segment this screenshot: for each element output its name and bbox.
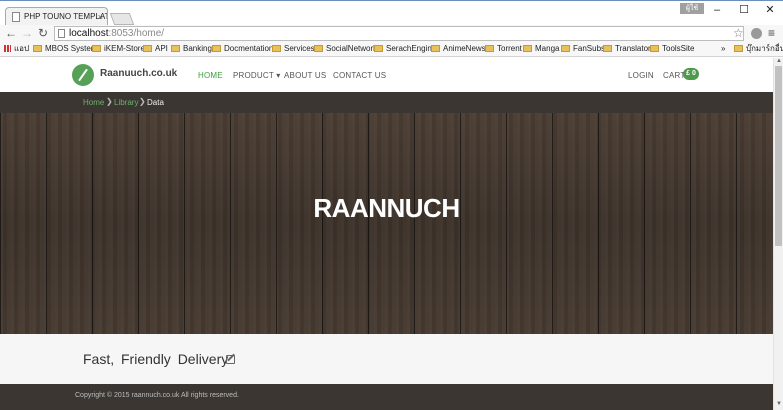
bookmark-label: API — [155, 44, 168, 53]
bookmark-folder[interactable]: MBOS System — [33, 42, 97, 56]
bookmark-label: SocialNetwork — [326, 44, 378, 53]
extension-icon[interactable] — [751, 28, 762, 39]
tab-title: PHP TOUNO TEMPLATE 2 — [24, 12, 107, 21]
profile-badge[interactable]: ผู้ใช้ — [680, 3, 704, 14]
bookmarks-overflow-button[interactable]: » — [721, 42, 725, 56]
site-navbar: Raanuuch.co.uk HOME PRODUCT ▾ ABOUT US C… — [0, 58, 773, 92]
tab-close-icon[interactable]: × — [98, 8, 103, 26]
bookmark-label: iKEM-Store — [104, 44, 145, 53]
bookmark-label: ToolsSite — [662, 44, 695, 53]
bookmark-apps[interactable]: แอป — [4, 42, 29, 56]
browser-menu-icon[interactable]: ≡ — [768, 25, 775, 42]
breadcrumb: Home ❯ Library ❯ Data — [0, 92, 773, 113]
brand-logo-icon[interactable] — [72, 64, 94, 86]
tagline-section: Fast, Friendly Delivery — [0, 334, 773, 384]
back-button[interactable]: ← — [4, 25, 18, 42]
bookmark-folder[interactable]: Translator — [603, 42, 651, 56]
breadcrumb-library[interactable]: Library — [114, 98, 138, 107]
nav-contact-us[interactable]: CONTACT US — [333, 71, 386, 80]
bookmark-star-icon[interactable]: ☆ — [733, 25, 744, 42]
nav-home[interactable]: HOME — [198, 71, 223, 80]
chevron-right-icon: ❯ — [139, 97, 146, 106]
breadcrumb-current: Data — [147, 98, 164, 107]
bookmark-label: SerachEngine — [386, 44, 437, 53]
browser-titlebar: PHP TOUNO TEMPLATE 2 × ผู้ใช้ – ☐ ✕ — [0, 0, 783, 26]
bookmark-folder[interactable]: iKEM-Store — [92, 42, 145, 56]
bookmark-folder[interactable]: ToolsSite — [650, 42, 694, 56]
folder-icon — [485, 45, 494, 52]
page-info-icon[interactable] — [58, 29, 65, 38]
other-bookmarks[interactable]: บุ๊กมาร์กอื่นๆ — [734, 42, 783, 56]
bookmark-label: บุ๊กมาร์กอื่นๆ — [746, 44, 783, 53]
bookmark-folder[interactable]: AnimeNews — [431, 42, 486, 56]
scroll-down-icon[interactable]: ▼ — [776, 401, 782, 407]
bookmark-label: Translator — [615, 44, 651, 53]
apps-icon — [4, 45, 11, 52]
bookmark-folder[interactable]: FanSubs — [561, 42, 605, 56]
bookmark-folder[interactable]: Docmentation — [212, 42, 273, 56]
folder-icon — [212, 45, 221, 52]
hero-banner: RAANNUCH — [0, 113, 773, 334]
bookmark-folder[interactable]: SerachEngine — [374, 42, 436, 56]
folder-icon — [171, 45, 180, 52]
page-viewport: Raanuuch.co.uk HOME PRODUCT ▾ ABOUT US C… — [0, 58, 773, 410]
bookmark-label: Banking — [183, 44, 212, 53]
scrollbar-thumb[interactable] — [775, 66, 782, 246]
breadcrumb-home[interactable]: Home — [83, 98, 104, 107]
hero-title: RAANNUCH — [313, 193, 460, 223]
folder-icon — [143, 45, 152, 52]
folder-icon — [272, 45, 281, 52]
page-scrollbar[interactable]: ▲ ▼ — [773, 58, 783, 410]
address-toolbar: ← → ↻ localhost:8053/home/ ☆ ≡ — [0, 25, 783, 42]
copyright-text: Copyright © 2015 raannuch.co.uk All righ… — [75, 392, 239, 399]
bookmark-folder[interactable]: Services — [272, 42, 315, 56]
folder-icon — [33, 45, 42, 52]
folder-icon — [314, 45, 323, 52]
bookmark-label: AnimeNews — [443, 44, 486, 53]
bookmark-label: Torrent — [497, 44, 522, 53]
folder-icon — [734, 45, 743, 52]
bookmark-folder[interactable]: SocialNetwork — [314, 42, 377, 56]
new-tab-button[interactable] — [109, 13, 135, 25]
forward-button[interactable]: → — [20, 25, 34, 42]
bookmark-label: MBOS System — [45, 44, 98, 53]
folder-icon — [92, 45, 101, 52]
folder-icon — [374, 45, 383, 52]
bookmarks-bar: แอป MBOS System iKEM-Store API Banking D… — [0, 42, 783, 57]
site-footer: Copyright © 2015 raannuch.co.uk All righ… — [0, 384, 773, 410]
bookmark-label: แอป — [14, 44, 30, 53]
edit-icon[interactable] — [226, 355, 235, 364]
browser-tab[interactable]: PHP TOUNO TEMPLATE 2 × — [5, 7, 108, 26]
nav-product[interactable]: PRODUCT ▾ — [233, 71, 280, 80]
bookmark-label: Manga — [535, 44, 560, 53]
chevron-right-icon: ❯ — [106, 97, 113, 106]
folder-icon — [603, 45, 612, 52]
nav-about-us[interactable]: ABOUT US — [284, 71, 326, 80]
login-link[interactable]: LOGIN — [628, 71, 654, 80]
bookmark-label: Docmentation — [224, 44, 274, 53]
tagline-heading: Fast, Friendly Delivery — [83, 351, 229, 367]
bookmark-folder[interactable]: API — [143, 42, 168, 56]
reload-button[interactable]: ↻ — [36, 25, 50, 42]
maximize-button[interactable]: ☐ — [732, 1, 756, 19]
folder-icon — [650, 45, 659, 52]
brand-name[interactable]: Raanuuch.co.uk — [100, 68, 177, 79]
folder-icon — [561, 45, 570, 52]
bookmark-folder[interactable]: Torrent — [485, 42, 522, 56]
url-path: :8053/home/ — [108, 28, 165, 39]
bookmark-folder[interactable]: Manga — [523, 42, 559, 56]
page-icon — [12, 12, 20, 22]
cart-count-badge[interactable]: £ 0 — [683, 68, 699, 80]
url-input[interactable]: localhost:8053/home/ — [54, 26, 744, 41]
scroll-up-icon[interactable]: ▲ — [776, 58, 782, 64]
bookmark-folder[interactable]: Banking — [171, 42, 212, 56]
folder-icon — [523, 45, 532, 52]
bookmark-label: Services — [284, 44, 315, 53]
minimize-button[interactable]: – — [705, 1, 729, 19]
url-host: localhost — [69, 28, 109, 39]
close-window-button[interactable]: ✕ — [758, 1, 782, 19]
bookmark-label: FanSubs — [573, 44, 606, 53]
folder-icon — [431, 45, 440, 52]
